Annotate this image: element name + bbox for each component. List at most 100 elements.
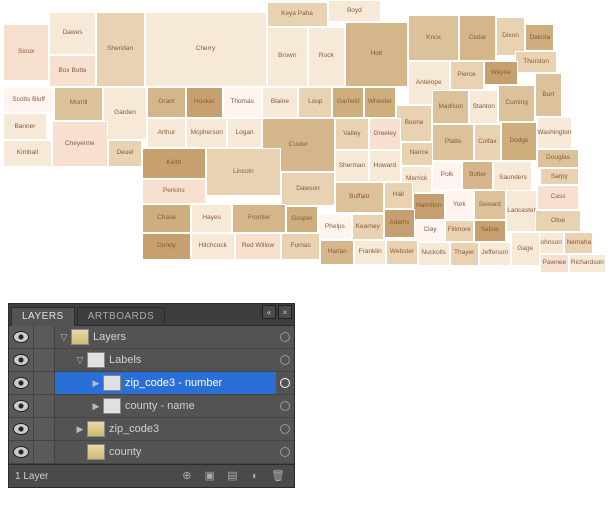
disclosure-triangle-icon[interactable]: ▽	[75, 355, 85, 366]
panel-close-icon[interactable]: ×	[278, 305, 292, 319]
county-cheyenne[interactable]: Cheyenne	[52, 121, 108, 167]
disclosure-triangle-icon[interactable]: ▶	[91, 401, 101, 412]
county-dawson[interactable]: Dawson	[281, 172, 335, 206]
county-logan[interactable]: Logan	[227, 118, 261, 147]
county-butler[interactable]: Butler	[462, 161, 494, 190]
county-cass[interactable]: Cass	[537, 185, 578, 209]
county-washington[interactable]: Washington	[537, 117, 571, 149]
target-button[interactable]	[276, 349, 294, 371]
lock-toggle[interactable]	[34, 372, 55, 394]
visibility-toggle[interactable]	[9, 441, 34, 463]
tab-artboards[interactable]: ARTBOARDS	[77, 307, 166, 325]
county-pawnee[interactable]: Pawnee	[540, 254, 569, 274]
county-greeley[interactable]: Greeley	[369, 118, 401, 150]
county-dodge[interactable]: Dodge	[501, 122, 538, 161]
county-box-butte[interactable]: Box Butte	[49, 55, 95, 87]
county-arthur[interactable]: Arthur	[147, 118, 186, 147]
county-garfield[interactable]: Garfield	[332, 87, 364, 119]
lock-toggle[interactable]	[34, 418, 55, 440]
county-york[interactable]: York	[445, 190, 474, 219]
county-madison[interactable]: Madison	[432, 90, 469, 124]
visibility-toggle[interactable]	[9, 349, 34, 371]
lock-toggle[interactable]	[34, 441, 55, 463]
county-harlan[interactable]: Harlan	[320, 240, 354, 264]
county-sherman[interactable]: Sherman	[335, 150, 369, 182]
county-grant[interactable]: Grant	[147, 87, 186, 119]
target-button[interactable]	[276, 395, 294, 417]
county-keith[interactable]: Keith	[142, 148, 205, 180]
county-brown[interactable]: Brown	[267, 27, 308, 87]
county-dakota[interactable]: Dakota	[525, 24, 554, 51]
county-adams[interactable]: Adams	[384, 209, 416, 238]
county-mcpherson[interactable]: Mcpherson	[186, 118, 227, 147]
visibility-toggle[interactable]	[9, 326, 34, 348]
new-layer-icon[interactable]: ▤	[222, 469, 242, 483]
lock-toggle[interactable]	[34, 349, 55, 371]
county-keya-paha[interactable]: Keya Paha	[267, 2, 328, 26]
county-richardson[interactable]: Richardson	[569, 254, 606, 274]
county-stanton[interactable]: Stanton	[469, 90, 498, 124]
county-red-willow[interactable]: Red Willow	[235, 233, 281, 260]
county-colfax[interactable]: Colfax	[474, 124, 501, 161]
layer-content[interactable]: county	[55, 441, 276, 463]
layer-content[interactable]: ▶zip_code3	[55, 418, 276, 440]
target-button[interactable]	[276, 418, 294, 440]
layer-content[interactable]: ▶zip_code3 - number	[55, 372, 276, 394]
county-sarpy[interactable]: Sarpy	[540, 168, 579, 185]
county-cuming[interactable]: Cuming	[498, 85, 535, 122]
target-button[interactable]	[276, 441, 294, 463]
visibility-toggle[interactable]	[9, 395, 34, 417]
county-fillmore[interactable]: Fillmore	[445, 220, 474, 242]
county-phelps[interactable]: Phelps	[318, 214, 352, 241]
county-loup[interactable]: Loup	[298, 87, 332, 119]
county-kimball[interactable]: Kimball	[3, 140, 52, 167]
county-chase[interactable]: Chase	[142, 204, 191, 233]
county-perkins[interactable]: Perkins	[142, 179, 205, 203]
layer-content[interactable]: ▽Layers	[55, 326, 276, 348]
locate-icon[interactable]: ⊕	[177, 469, 197, 483]
county-kearney[interactable]: Kearney	[352, 214, 384, 241]
county-sheridan[interactable]: Sheridan	[96, 12, 145, 86]
new-sublayer-icon[interactable]: ▣	[200, 469, 220, 483]
county-seward[interactable]: Seward	[474, 190, 506, 219]
county-deuel[interactable]: Deuel	[108, 140, 142, 167]
county-nuckolls[interactable]: Nuckolls	[418, 242, 450, 266]
disclosure-triangle-icon[interactable]: ▶	[91, 378, 101, 389]
county-clay[interactable]: Clay	[415, 220, 444, 242]
county-dundy[interactable]: Dundy	[142, 233, 191, 260]
trash-icon[interactable]: 🗑	[268, 469, 288, 483]
county-cedar[interactable]: Cedar	[459, 15, 496, 61]
county-webster[interactable]: Webster	[386, 240, 418, 264]
county-gosper[interactable]: Gosper	[286, 206, 318, 233]
county-valley[interactable]: Valley	[335, 118, 369, 150]
county-thayer[interactable]: Thayer	[450, 242, 479, 266]
county-burt[interactable]: Burt	[535, 73, 562, 117]
county-holt[interactable]: Holt	[345, 22, 408, 87]
county-garden[interactable]: Garden	[103, 87, 147, 141]
county-blaine[interactable]: Blaine	[262, 87, 299, 119]
county-thomas[interactable]: Thomas	[223, 87, 262, 119]
county-pierce[interactable]: Pierce	[450, 61, 484, 90]
layer-row[interactable]: ▶county - name	[9, 395, 294, 418]
county-sioux[interactable]: Sioux	[3, 24, 49, 80]
county-morrill[interactable]: Morrill	[54, 87, 103, 121]
county-hayes[interactable]: Hayes	[191, 204, 232, 233]
lock-toggle[interactable]	[34, 395, 55, 417]
layer-row[interactable]: county	[9, 441, 294, 464]
county-furnas[interactable]: Furnas	[281, 233, 320, 260]
county-frontier[interactable]: Frontier	[232, 204, 286, 233]
county-platte[interactable]: Platte	[432, 124, 473, 161]
county-wheeler[interactable]: Wheeler	[364, 87, 396, 119]
county-gage[interactable]: Gage	[511, 232, 540, 266]
visibility-toggle[interactable]	[9, 372, 34, 394]
county-scotts-bluff[interactable]: Scotts Bluff	[3, 87, 54, 114]
county-polk[interactable]: Polk	[432, 161, 461, 190]
tab-layers[interactable]: LAYERS	[11, 307, 75, 326]
layer-row[interactable]: ▽Labels	[9, 349, 294, 372]
county-boyd[interactable]: Boyd	[328, 0, 382, 22]
county-cherry[interactable]: Cherry	[145, 12, 267, 86]
county-howard[interactable]: Howard	[369, 150, 401, 182]
county-hall[interactable]: Hall	[384, 182, 413, 209]
county-rock[interactable]: Rock	[308, 27, 345, 87]
disclosure-triangle-icon[interactable]: ▶	[75, 424, 85, 435]
